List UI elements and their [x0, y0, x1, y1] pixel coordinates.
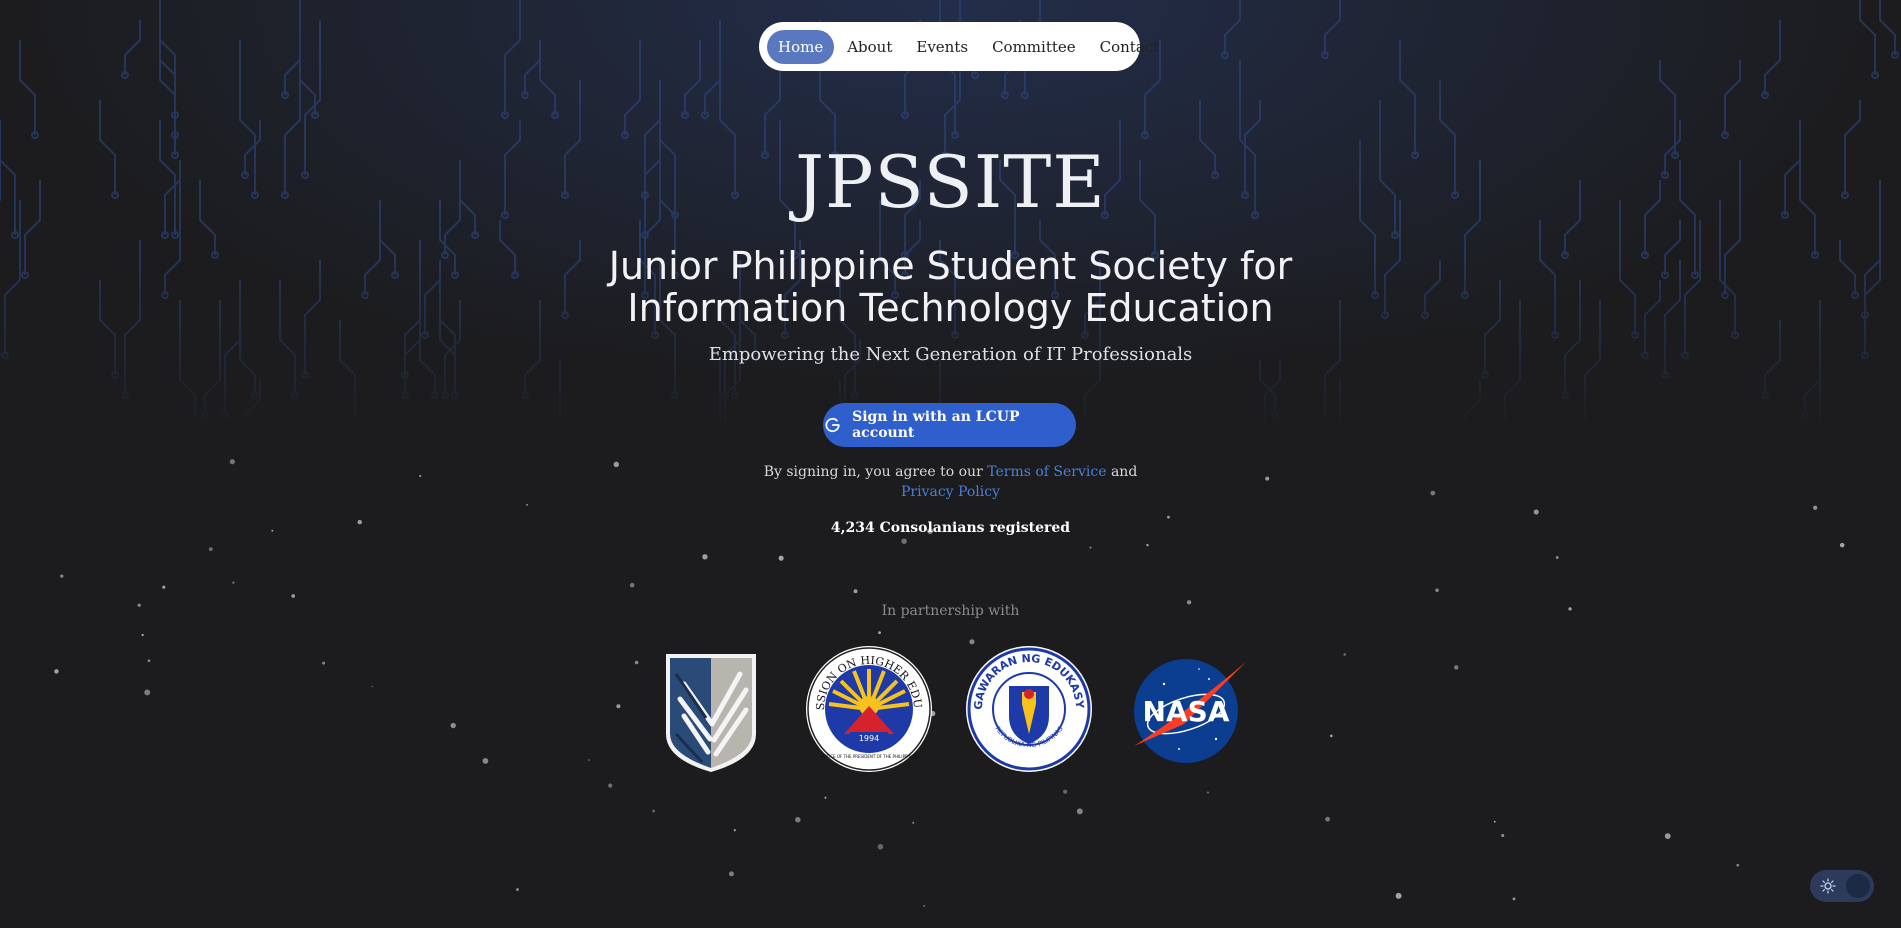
sign-in-label: Sign in with an LCUP account [852, 409, 1020, 441]
nav-committee[interactable]: Committee [981, 30, 1087, 64]
tagline: Empowering the Next Generation of IT Pro… [708, 344, 1193, 365]
registered-count: 4,234 Consolanians registered [0, 520, 1901, 536]
nav-events[interactable]: Events [905, 30, 979, 64]
partnership-label: In partnership with [881, 603, 1020, 619]
privacy-policy-link[interactable]: Privacy Policy [901, 484, 1000, 500]
terms-prefix: By signing in, you agree to our [763, 464, 988, 480]
ched-year: 1994 [859, 734, 879, 743]
terms-middle: and [1106, 464, 1138, 480]
nasa-text: NASA [1143, 695, 1230, 728]
terms-notice: By signing in, you agree to our Terms of… [0, 462, 1901, 502]
theme-toggle[interactable] [1810, 870, 1874, 902]
society-name-line2: Information Technology Education [627, 286, 1274, 330]
main-nav: Home About Events Committee Contact [759, 22, 1159, 71]
wings-of-freedom-logo [666, 654, 756, 772]
registered-label: Consolanians registered [879, 520, 1071, 536]
partner-logos: 1994 COMMISSION ON HIGHER EDUCATION OFFI… [656, 644, 1256, 778]
sun-icon [1820, 878, 1836, 894]
deped-logo: KAGAWARAN NG EDUKASYON REPUBLIKA NG PILI… [964, 644, 1092, 772]
sign-in-button[interactable]: Sign in with an LCUP account [823, 403, 1076, 447]
terms-of-service-link[interactable]: Terms of Service [987, 464, 1106, 480]
ched-logo: 1994 COMMISSION ON HIGHER EDUCATION OFFI… [804, 644, 932, 772]
nav-contact[interactable]: Contact [1089, 30, 1171, 64]
registered-number: 4,234 [830, 520, 875, 536]
society-name-line1: Junior Philippine Student Society for [608, 244, 1293, 288]
ched-small-text: OFFICE OF THE PRESIDENT OF THE PHILIPPIN… [821, 754, 917, 759]
toggle-knob [1846, 874, 1870, 898]
nasa-logo: NASA [1134, 659, 1246, 763]
nav-home[interactable]: Home [767, 29, 835, 64]
site-title: JPSSITE [795, 140, 1106, 224]
nav-about[interactable]: About [836, 30, 903, 64]
society-name: Junior Philippine Student Society for In… [0, 245, 1901, 329]
google-icon [825, 417, 840, 433]
